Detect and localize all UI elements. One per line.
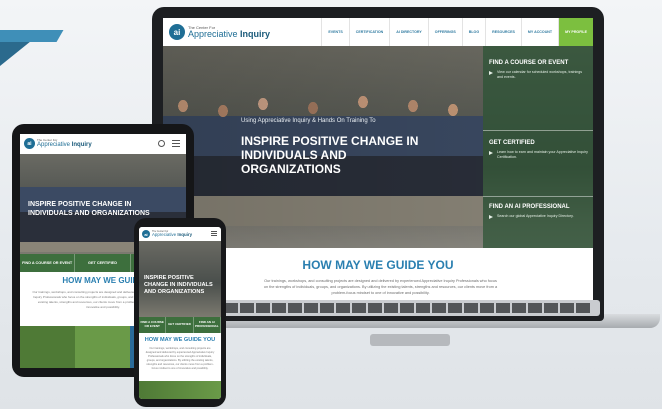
top-navigation: ai The Center For Appreciative Inquiry E… (163, 18, 593, 47)
guide-body: Our trainings, workshops, and consulting… (263, 279, 498, 295)
nav-item-offerings[interactable]: OFFERINGS (427, 18, 462, 46)
hero-title: INSPIRE POSITIVE CHANGE IN INDIVIDUALS A… (28, 201, 150, 217)
logo-name: Appreciative Inquiry (188, 28, 271, 39)
phone-logo[interactable]: ai The Center For Appreciative Inquiry (142, 230, 192, 238)
hero-subtitle: Using Appreciative Inquiry & Hands On Tr… (241, 118, 376, 124)
sidebar-text: View our calendar for scheduled workshop… (489, 70, 589, 80)
sidebar-heading: FIND A COURSE OR EVENT (489, 60, 569, 66)
phone-image-row (139, 381, 221, 399)
hero-section: Using Appreciative Inquiry & Hands On Tr… (163, 46, 593, 248)
tablet-logo[interactable]: ai The Center For Appreciative Inquiry (24, 138, 92, 149)
sidebar-text: Learn how to earn and maintain your Appr… (489, 150, 589, 160)
decorative-triangle (0, 38, 35, 98)
find-professional-button[interactable]: FIND AN AI PROFESSIONAL (194, 317, 221, 333)
tablet-nav: ai The Center For Appreciative Inquiry (20, 134, 186, 155)
ai-logo-icon: ai (142, 230, 150, 238)
hamburger-menu-icon[interactable] (211, 231, 217, 236)
sidebar-heading: FIND AN AI PROFESSIONAL (489, 204, 570, 210)
ai-logo-icon: ai (169, 24, 185, 40)
nav-item-resources[interactable]: RESOURCES (485, 18, 521, 46)
hero-title: INSPIRE POSITIVE CHANGE IN INDIVIDUALS A… (241, 134, 419, 176)
nav-item-blog[interactable]: BLOG (461, 18, 485, 46)
keyboard-keys (208, 303, 592, 313)
sidebar-divider (483, 130, 593, 131)
phone-device: ai The Center For Appreciative Inquiry I… (134, 218, 226, 407)
nav-item-ai-directory[interactable]: AI DIRECTORY (389, 18, 428, 46)
guide-heading: HOW MAY WE GUIDE YOU (144, 337, 216, 343)
find-course-button[interactable]: FIND A COURSE OR EVENT (139, 317, 167, 333)
get-certified-button[interactable]: GET CERTIFIED (75, 254, 131, 272)
my-profile-button[interactable]: MY PROFILE (558, 18, 593, 46)
sidebar-divider (483, 196, 593, 197)
guide-body: Our trainings, workshops, and consulting… (145, 347, 215, 370)
hero-sidebar: FIND A COURSE OR EVENT View our calendar… (483, 46, 593, 248)
sidebar-heading: GET CERTIFIED (489, 140, 535, 146)
phone-nav: ai The Center For Appreciative Inquiry (139, 227, 221, 242)
site-logo[interactable]: ai The Center For Appreciative Inquiry (169, 23, 270, 41)
nav-item-my-account[interactable]: MY ACCOUNT (520, 18, 558, 46)
search-icon[interactable] (158, 140, 165, 147)
hero-title: INSPIRE POSITIVE CHANGE IN INDIVIDUALS A… (144, 275, 213, 295)
phone-hero: INSPIRE POSITIVE CHANGE IN INDIVIDUALS A… (139, 241, 221, 317)
sidebar-get-certified[interactable]: GET CERTIFIED Learn how to earn and main… (489, 140, 589, 160)
hamburger-menu-icon[interactable] (172, 140, 180, 147)
phone-cta-bar: FIND A COURSE OR EVENT GET CERTIFIED FIN… (139, 317, 221, 333)
decorative-stripe (0, 30, 64, 42)
nav-menu: EVENTS CERTIFICATION AI DIRECTORY OFFERI… (321, 18, 593, 46)
sidebar-find-course[interactable]: FIND A COURSE OR EVENT View our calendar… (489, 60, 589, 80)
find-course-button[interactable]: FIND A COURSE OR EVENT (20, 254, 76, 272)
nav-item-certification[interactable]: CERTIFICATION (348, 18, 389, 46)
ai-logo-icon: ai (24, 138, 35, 149)
sidebar-find-professional[interactable]: FIND AN AI PROFESSIONAL Search our globa… (489, 204, 589, 219)
sidebar-text: Search our global Appreciative Inquiry D… (489, 214, 589, 219)
laptop-screen: ai The Center For Appreciative Inquiry E… (163, 18, 593, 310)
get-certified-button[interactable]: GET CERTIFIED (166, 317, 194, 333)
laptop-touchpad (370, 334, 450, 346)
nav-item-events[interactable]: EVENTS (321, 18, 348, 46)
phone-screen: ai The Center For Appreciative Inquiry I… (139, 227, 221, 399)
guide-heading: HOW MAY WE GUIDE YOU (302, 258, 454, 272)
